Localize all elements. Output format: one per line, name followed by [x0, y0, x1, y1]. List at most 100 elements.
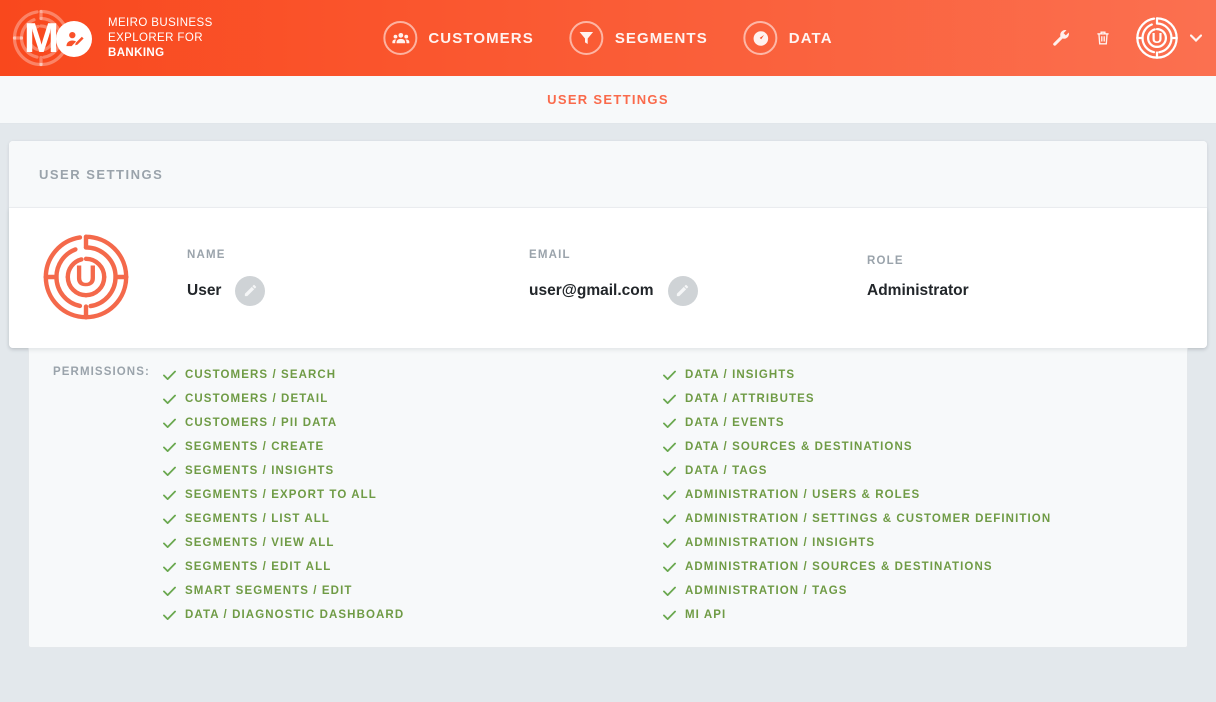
- permission-label: CUSTOMERS / DETAIL: [185, 393, 329, 405]
- profile-row: U NAME User EMAIL user@gmail.com ROLE Ad…: [9, 208, 1207, 348]
- permission-item: DATA / INSIGHTS: [663, 363, 1163, 387]
- brand-line-2: EXPLORER FOR: [108, 31, 203, 44]
- page-body: USER SETTINGS U NAME User EMAIL user@gma…: [0, 124, 1216, 701]
- page-title: USER SETTINGS: [39, 167, 164, 182]
- permissions-label: PERMISSIONS:: [53, 366, 150, 378]
- permission-item: CUSTOMERS / SEARCH: [163, 363, 663, 387]
- permission-item: DATA / DIAGNOSTIC DASHBOARD: [163, 603, 663, 627]
- permission-item: DATA / TAGS: [663, 459, 1163, 483]
- app-header: M MEIRO BUSINESS EXPLORER FOR BANKING CU…: [0, 0, 1216, 76]
- permission-item: CUSTOMERS / PII DATA: [163, 411, 663, 435]
- permission-item: SEGMENTS / EDIT ALL: [163, 555, 663, 579]
- card-header: USER SETTINGS: [9, 141, 1207, 208]
- check-icon: [663, 466, 676, 477]
- permission-label: SMART SEGMENTS / EDIT: [185, 585, 353, 597]
- permission-label: SEGMENTS / LIST ALL: [185, 513, 331, 525]
- brand-line-3: BANKING: [108, 46, 165, 59]
- permission-label: DATA / INSIGHTS: [685, 369, 796, 381]
- permission-label: SEGMENTS / CREATE: [185, 441, 325, 453]
- pencil-icon: [676, 284, 689, 297]
- check-icon: [163, 466, 176, 477]
- permission-label: ADMINISTRATION / INSIGHTS: [685, 537, 876, 549]
- user-edit-badge: [56, 21, 92, 57]
- permission-label: DATA / DIAGNOSTIC DASHBOARD: [185, 609, 405, 621]
- pencil-icon: [244, 284, 257, 297]
- permission-label: ADMINISTRATION / SETTINGS & CUSTOMER DEF…: [685, 513, 1052, 525]
- check-icon: [663, 586, 676, 597]
- edit-email-button[interactable]: [667, 275, 698, 306]
- delete-button[interactable]: [1092, 26, 1114, 50]
- permission-label: MI API: [685, 609, 727, 621]
- permission-item: ADMINISTRATION / SOURCES & DESTINATIONS: [663, 555, 1163, 579]
- check-icon: [663, 538, 676, 549]
- check-icon: [163, 514, 176, 525]
- field-name: NAME User: [187, 249, 529, 306]
- nav-label-customers: CUSTOMERS: [428, 29, 534, 47]
- gauge-icon: [743, 21, 778, 55]
- header-actions: U: [1050, 15, 1202, 61]
- permission-label: DATA / EVENTS: [685, 417, 785, 429]
- field-label-email: EMAIL: [529, 248, 571, 261]
- edit-name-button[interactable]: [235, 275, 266, 306]
- chevron-down-icon[interactable]: [1190, 34, 1202, 42]
- profile-avatar-letter: U: [75, 260, 97, 293]
- permission-item: DATA / SOURCES & DESTINATIONS: [663, 435, 1163, 459]
- brand-logo-group[interactable]: M MEIRO BUSINESS EXPLORER FOR BANKING: [10, 7, 213, 69]
- permissions-column-right: DATA / INSIGHTS DATA / ATTRIBUTES DATA / E…: [663, 363, 1163, 627]
- nav-label-data: DATA: [788, 29, 833, 47]
- permission-item: ADMINISTRATION / SETTINGS & CUSTOMER DEF…: [663, 507, 1163, 531]
- check-icon: [663, 490, 676, 501]
- profile-avatar: U: [39, 230, 133, 324]
- wrench-icon: [1053, 30, 1069, 46]
- check-icon: [163, 418, 176, 429]
- check-icon: [163, 610, 176, 621]
- permission-label: SEGMENTS / EDIT ALL: [185, 561, 332, 573]
- user-edit-icon: [65, 31, 84, 46]
- brand-line-1: MEIRO BUSINESS: [108, 16, 213, 29]
- permission-item: MI API: [663, 603, 1163, 627]
- field-role: ROLE Administrator: [867, 255, 969, 300]
- check-icon: [663, 370, 676, 381]
- permission-label: CUSTOMERS / SEARCH: [185, 369, 337, 381]
- nav-item-data[interactable]: DATA: [743, 21, 833, 55]
- permission-item: CUSTOMERS / DETAIL: [163, 387, 663, 411]
- permission-label: DATA / ATTRIBUTES: [685, 393, 815, 405]
- check-icon: [163, 586, 176, 597]
- user-menu[interactable]: U: [1134, 15, 1202, 61]
- permission-label: SEGMENTS / EXPORT TO ALL: [185, 489, 377, 501]
- settings-wrench-button[interactable]: [1050, 26, 1072, 50]
- permission-item: ADMINISTRATION / USERS & ROLES: [663, 483, 1163, 507]
- permission-item: SEGMENTS / CREATE: [163, 435, 663, 459]
- permission-label: ADMINISTRATION / TAGS: [685, 585, 848, 597]
- avatar: U: [1134, 15, 1180, 61]
- check-icon: [163, 442, 176, 453]
- permission-label: DATA / SOURCES & DESTINATIONS: [685, 441, 913, 453]
- field-value-name: User: [187, 281, 222, 299]
- check-icon: [663, 394, 676, 405]
- permission-item: SEGMENTS / LIST ALL: [163, 507, 663, 531]
- field-label-role: ROLE: [867, 254, 904, 267]
- check-icon: [663, 514, 676, 525]
- permission-item: SEGMENTS / INSIGHTS: [163, 459, 663, 483]
- avatar-letter: U: [1151, 29, 1163, 47]
- tab-user-settings[interactable]: USER SETTINGS: [547, 92, 669, 107]
- permissions-column-left: CUSTOMERS / SEARCH CUSTOMERS / DETAIL CUST…: [163, 363, 663, 627]
- permission-label: ADMINISTRATION / SOURCES & DESTINATIONS: [685, 561, 993, 573]
- check-icon: [163, 538, 176, 549]
- nav-item-customers[interactable]: CUSTOMERS: [383, 21, 533, 55]
- check-icon: [663, 442, 676, 453]
- sub-header: USER SETTINGS: [0, 76, 1216, 124]
- permission-label: DATA / TAGS: [685, 465, 768, 477]
- permission-label: SEGMENTS / VIEW ALL: [185, 537, 335, 549]
- field-value-role: Administrator: [867, 281, 969, 299]
- nav-item-segments[interactable]: SEGMENTS: [569, 21, 708, 55]
- permission-label: CUSTOMERS / PII DATA: [185, 417, 338, 429]
- funnel-icon: [569, 21, 604, 55]
- permission-item: SMART SEGMENTS / EDIT: [163, 579, 663, 603]
- field-value-email: user@gmail.com: [529, 281, 654, 299]
- brand-title: MEIRO BUSINESS EXPLORER FOR BANKING: [108, 16, 213, 61]
- check-icon: [163, 394, 176, 405]
- user-settings-card: USER SETTINGS U NAME User EMAIL user@gma…: [9, 141, 1207, 348]
- field-label-name: NAME: [187, 248, 226, 261]
- permission-item: SEGMENTS / VIEW ALL: [163, 531, 663, 555]
